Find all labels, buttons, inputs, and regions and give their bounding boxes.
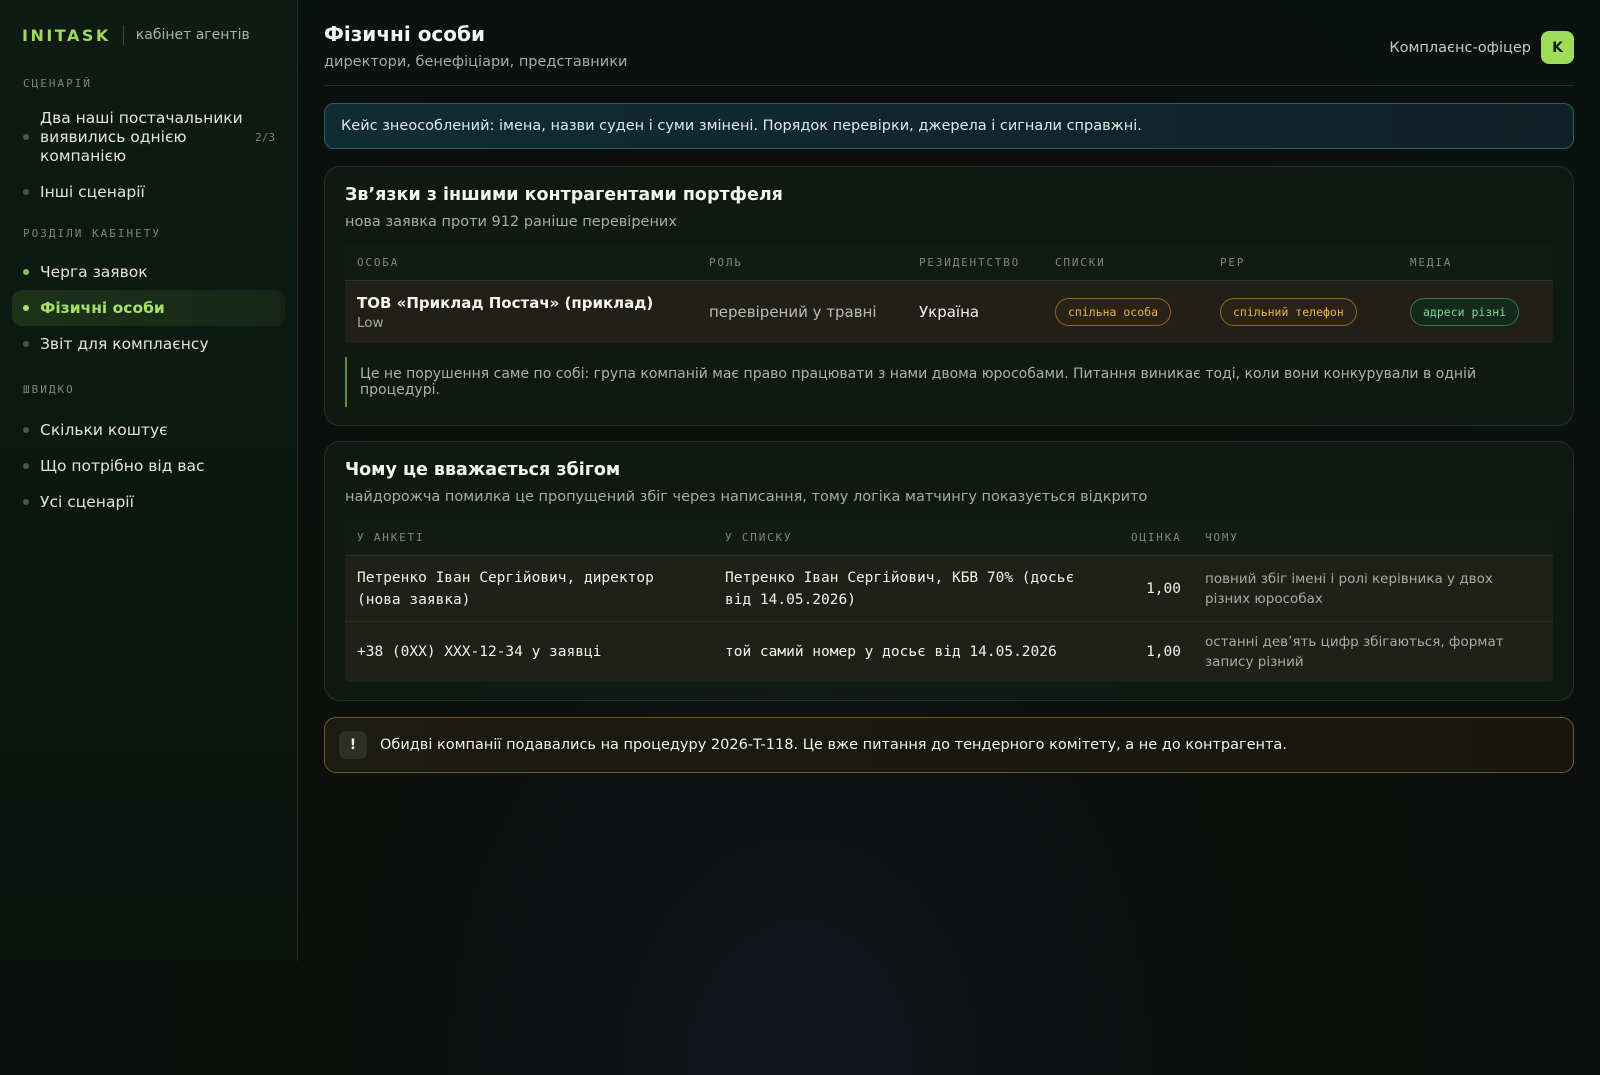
- card-title: Чому це вважається збігом: [345, 460, 621, 480]
- section-label-scenario: СЦЕНАРІЙ: [23, 77, 92, 90]
- sidebar-item-individuals[interactable]: Фізичні особи: [12, 290, 285, 326]
- page-subtitle: директори, бенефіціари, представники: [324, 54, 628, 70]
- reason-cell: останні дев’ять цифр збігаються, формат …: [1205, 634, 1504, 670]
- section-label-quick: ШВИДКО: [23, 383, 75, 396]
- table-row[interactable]: +38 (0XX) XXX-12-34 у заявці той самий н…: [345, 622, 1553, 682]
- bullet-dot-icon: [23, 269, 29, 275]
- brand-divider: [122, 25, 124, 45]
- status-badge: спільний телефон: [1220, 298, 1357, 326]
- reason-cell: повний збіг імені і ролі керівника у дво…: [1205, 570, 1493, 607]
- pep-cell: спільний телефон: [1208, 298, 1398, 326]
- column-header-why: ЧОМУ: [1205, 530, 1239, 544]
- note-callout: Це не порушення саме по собі: група комп…: [345, 357, 1553, 407]
- card-title: Зв’язки з іншими контрагентами портфеля: [345, 185, 783, 205]
- sidebar-item-queue[interactable]: Черга заявок: [12, 254, 285, 290]
- table-header: ОСОБА РОЛЬ РЕЗИДЕНТСТВО СПИСКИ PEP МЕДІА: [345, 244, 1553, 281]
- sidebar: INITASK кабінет агентів СЦЕНАРІЙ Два наш…: [0, 0, 298, 961]
- column-header-form: У АНКЕТІ: [357, 530, 425, 544]
- match-card: Чому це вважається збігом найдорожча пом…: [324, 441, 1574, 701]
- main-content: Фізичні особи директори, бенефіціари, пр…: [298, 0, 1600, 1075]
- role-cell: перевірений у травні: [709, 303, 877, 321]
- sidebar-item-label: Фізичні особи: [40, 298, 165, 317]
- brand-logo[interactable]: INITASK: [22, 26, 111, 45]
- avatar[interactable]: K: [1541, 31, 1574, 64]
- lists-cell: спільна особа: [1043, 298, 1208, 326]
- scenario-nav: Два наші постачальники виявились однією …: [12, 107, 285, 202]
- residency-cell: Україна: [919, 303, 980, 321]
- alert-text: Обидві компанії подавались на процедуру …: [380, 737, 1287, 753]
- user-role: Комплаєнс-офіцер: [1389, 39, 1531, 56]
- form-value-cell: Петренко Іван Сергійович, директор (нова…: [357, 569, 654, 608]
- sidebar-item-current-scenario[interactable]: Два наші постачальники виявились однією …: [12, 107, 285, 167]
- brand: INITASK кабінет агентів: [12, 24, 285, 46]
- score-cell: 1,00: [1146, 580, 1181, 597]
- score-cell: 1,00: [1146, 644, 1181, 660]
- links-card: Зв’язки з іншими контрагентами портфеля …: [324, 166, 1574, 426]
- column-header-lists: СПИСКИ: [1055, 255, 1106, 269]
- person-name[interactable]: ТОВ «Приклад Постач» (приклад): [357, 294, 685, 312]
- sidebar-item-compliance-report[interactable]: Звіт для комплаєнсу: [12, 326, 285, 362]
- tender-alert: ! Обидві компанії подавались на процедур…: [324, 717, 1574, 773]
- sidebar-item-label: Інші сценарії: [40, 182, 145, 201]
- section-label-cabinet: РОЗДІЛИ КАБІНЕТУ: [23, 227, 161, 240]
- list-value-cell: той самий номер у досьє від 14.05.2026: [725, 644, 1057, 660]
- bullet-dot-icon: [23, 499, 29, 505]
- page-title: Фізичні особи: [324, 22, 486, 46]
- sidebar-item-pricing[interactable]: Скільки коштує: [12, 412, 285, 448]
- risk-level: Low: [357, 314, 384, 331]
- sidebar-item-requirements[interactable]: Що потрібно від вас: [12, 448, 285, 484]
- bullet-dot-icon: [23, 427, 29, 433]
- user-menu[interactable]: Комплаєнс-офіцер K: [1389, 31, 1574, 64]
- media-cell: адреси різні: [1398, 298, 1553, 326]
- sidebar-item-label: Що потрібно від вас: [40, 456, 205, 475]
- column-header-list: У СПИСКУ: [725, 530, 793, 544]
- scenario-progress-counter: 2/3: [255, 130, 275, 144]
- sidebar-item-label: Скільки коштує: [40, 420, 168, 439]
- bullet-dot-icon: [23, 305, 29, 311]
- quick-nav: Скільки коштує Що потрібно від вас Усі с…: [12, 412, 285, 520]
- bullet-dot-icon: [23, 189, 29, 195]
- column-header-person: ОСОБА: [357, 255, 400, 269]
- table-header: У АНКЕТІ У СПИСКУ ОЦІНКА ЧОМУ: [345, 519, 1553, 556]
- brand-subtitle: кабінет агентів: [135, 27, 250, 43]
- bullet-dot-icon: [23, 341, 29, 347]
- column-header-pep: PEP: [1220, 255, 1246, 269]
- sidebar-item-label: Звіт для комплаєнсу: [40, 334, 209, 353]
- sidebar-item-other-scenarios[interactable]: Інші сценарії: [12, 182, 285, 202]
- info-banner: Кейс знеособлений: імена, назви суден і …: [324, 103, 1574, 149]
- warning-icon: !: [339, 731, 367, 759]
- table-row[interactable]: ТОВ «Приклад Постач» (приклад) Low перев…: [345, 281, 1553, 343]
- sidebar-item-label: Усі сценарії: [40, 492, 134, 511]
- column-header-role: РОЛЬ: [709, 255, 743, 269]
- card-subtitle: найдорожча помилка це пропущений збіг че…: [345, 489, 1148, 505]
- cabinet-nav: Черга заявок Фізичні особи Звіт для комп…: [12, 254, 285, 362]
- bullet-dot-icon: [23, 463, 29, 469]
- status-badge: спільна особа: [1055, 298, 1172, 326]
- sidebar-item-label: Черга заявок: [40, 262, 148, 281]
- table-row[interactable]: Петренко Іван Сергійович, директор (нова…: [345, 556, 1553, 622]
- list-value-cell: Петренко Іван Сергійович, КБВ 70% (досьє…: [725, 569, 1075, 608]
- app-root: INITASK кабінет агентів СЦЕНАРІЙ Два наш…: [0, 0, 1600, 1075]
- person-cell: ТОВ «Приклад Постач» (приклад) Low: [345, 294, 697, 331]
- column-header-score: ОЦІНКА: [1131, 530, 1182, 544]
- form-value-cell: +38 (0XX) XXX-12-34 у заявці: [357, 644, 602, 660]
- page-header: Фізичні особи директори, бенефіціари, пр…: [324, 22, 1574, 86]
- card-subtitle: нова заявка проти 912 раніше перевірених: [345, 214, 677, 230]
- column-header-residency: РЕЗИДЕНТСТВО: [919, 255, 1021, 269]
- status-badge: адреси різні: [1410, 298, 1520, 326]
- column-header-media: МЕДІА: [1410, 255, 1453, 269]
- match-table: У АНКЕТІ У СПИСКУ ОЦІНКА ЧОМУ Петренко І…: [345, 519, 1553, 682]
- links-table: ОСОБА РОЛЬ РЕЗИДЕНТСТВО СПИСКИ PEP МЕДІА…: [345, 244, 1553, 343]
- sidebar-item-label: Два наші постачальники виявились однією …: [40, 108, 243, 165]
- sidebar-item-all-scenarios[interactable]: Усі сценарії: [12, 484, 285, 520]
- bullet-dot-icon: [23, 134, 29, 140]
